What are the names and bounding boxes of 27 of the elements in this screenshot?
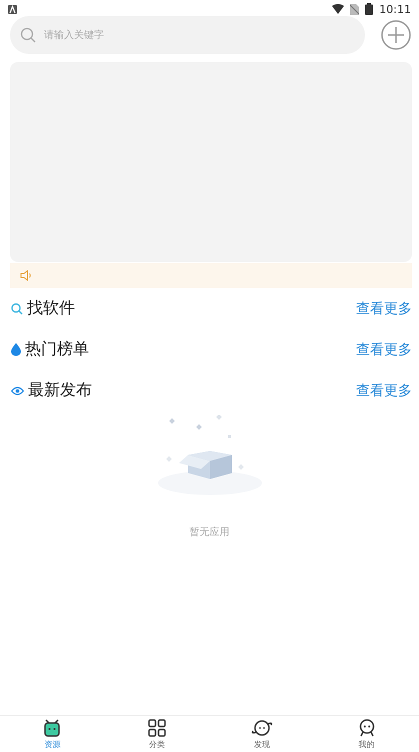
battery-icon: [365, 3, 374, 15]
no-sim-icon: [350, 4, 360, 14]
view-more-link[interactable]: 查看更多: [356, 300, 412, 318]
section-title: 找软件: [27, 298, 75, 319]
planet-icon: [250, 718, 273, 736]
nav-tab[interactable]: 发现: [210, 716, 314, 752]
section-title: 热门榜单: [25, 339, 89, 360]
empty-text: 暂无应用: [190, 526, 230, 539]
nav-tab[interactable]: 资源: [0, 716, 105, 752]
drop-icon: [11, 343, 21, 356]
eye-icon: [11, 386, 24, 396]
robot-icon: [43, 718, 62, 736]
grid-icon: [148, 718, 166, 736]
speaker-icon: [20, 270, 33, 281]
view-more-link[interactable]: 查看更多: [356, 340, 412, 358]
add-button[interactable]: [381, 20, 411, 50]
search-field[interactable]: 请输入关键字: [10, 16, 365, 54]
nav-tab[interactable]: 我的: [314, 716, 419, 752]
status-time: 10:11: [379, 2, 411, 16]
view-more-link[interactable]: 查看更多: [356, 382, 412, 400]
search-icon: [20, 27, 36, 43]
wifi-icon: [332, 4, 344, 14]
nav-tab[interactable]: 分类: [104, 716, 210, 752]
section-title: 最新发布: [28, 380, 92, 401]
notification-icon: [8, 4, 17, 14]
search-icon: [11, 302, 23, 314]
face-icon: [358, 718, 376, 736]
